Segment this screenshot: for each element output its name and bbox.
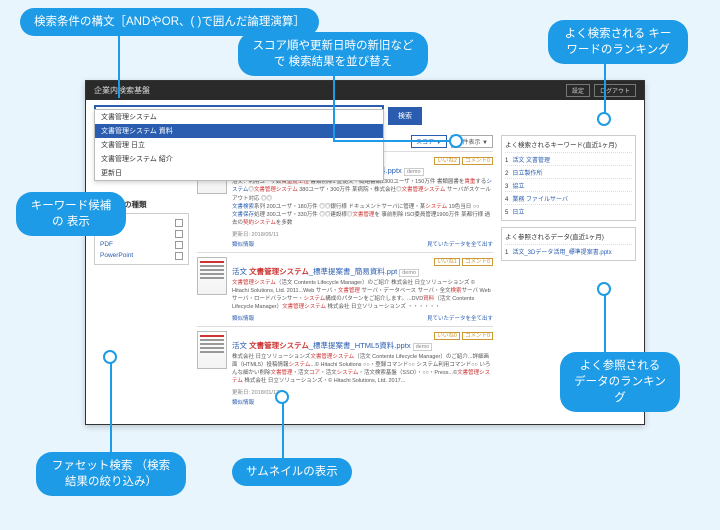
- callout-facet: ファセット検索 （検索結果の絞り込み）: [36, 452, 186, 496]
- suggest-item[interactable]: 文書管理システム 資料: [95, 124, 383, 138]
- comment-badge[interactable]: コメント0: [462, 332, 493, 340]
- result-snippet: 文書管理システム（活文 Contents Lifecycle Manager）の…: [232, 279, 493, 312]
- suggest-item[interactable]: 文書管理システム 紹介: [95, 152, 383, 166]
- app-title: 企業内検索基盤: [94, 85, 150, 96]
- thumbnail[interactable]: [197, 331, 227, 369]
- checkbox-icon: [175, 241, 183, 249]
- facet-item[interactable]: PowerPoint: [98, 250, 185, 261]
- facet-item[interactable]: PDF: [98, 239, 185, 250]
- result-title[interactable]: 活文 文書管理システム_標準提案書_HTML5資料.pptxdemo: [232, 340, 493, 351]
- result-snippet: 株式会社 日立ソリューションズ文書管理システム（活文 Contents Life…: [232, 353, 493, 386]
- result-title[interactable]: 活文 文書管理システム_標準提案書_簡易資料.pptdemo: [232, 266, 493, 277]
- checkbox-icon: [175, 219, 183, 227]
- logout-button[interactable]: ログアウト: [594, 84, 636, 97]
- ranking-item[interactable]: 4業務 ファイルサーバ: [505, 191, 632, 204]
- like-badge[interactable]: いいね0: [434, 332, 460, 340]
- similar-link[interactable]: 類似情報: [232, 314, 254, 322]
- callout-thumb: サムネイルの表示: [232, 458, 352, 486]
- panel-title: よく検索されるキーワード(直近1ヶ月): [505, 139, 632, 149]
- panel-title: よく参照されるデータ(直近1ヶ月): [505, 231, 632, 241]
- data-ranking-panel: よく参照されるデータ(直近1ヶ月) 1活文_3Dデータ活用_標準提案書.pptx: [501, 227, 636, 261]
- ranking-item[interactable]: 3協立: [505, 178, 632, 191]
- comment-badge[interactable]: コメント0: [462, 157, 493, 165]
- ranking-item[interactable]: 2日立製作所: [505, 165, 632, 178]
- callout-suggest: キーワード候補の 表示: [16, 192, 126, 236]
- ranking-item[interactable]: 5日立: [505, 204, 632, 217]
- search-button[interactable]: 検索: [388, 107, 422, 125]
- suggest-dropdown: 文書管理システム 文書管理システム 資料 文書管理 日立 文書管理システム 紹介…: [94, 109, 384, 181]
- like-badge[interactable]: いいね2: [434, 157, 460, 165]
- callout-sort: スコア順や更新日時の新旧などで 検索結果を並び替え: [238, 32, 428, 76]
- keyword-ranking-panel: よく検索されるキーワード(直近1ヶ月) 1活文 文書管理 2日立製作所 3協立 …: [501, 135, 636, 221]
- result-item: いいね0コメント0 活文 文書管理システム_標準提案書_HTML5資料.pptx…: [197, 326, 493, 410]
- comment-badge[interactable]: コメント0: [462, 258, 493, 266]
- result-date: 更新日: 2018/01/12: [232, 388, 493, 396]
- result-snippet: 活文：利用ユーザ数貴重度上位 書類削除1 証拠又・概略書類1300ユーザ・150…: [232, 178, 493, 228]
- callout-ranking-kw: よく検索される キーワードのランキング: [548, 20, 688, 64]
- ranking-item[interactable]: 1活文 文書管理: [505, 152, 632, 165]
- ranking-item[interactable]: 1活文_3Dデータ活用_標準提案書.pptx: [505, 244, 632, 257]
- callout-ranking-data: よく参照される データのランキング: [560, 352, 680, 412]
- viewed-link[interactable]: 見ていたデータを全て出す: [427, 240, 493, 248]
- similar-link[interactable]: 類似情報: [232, 240, 254, 248]
- checkbox-icon: [175, 252, 183, 260]
- like-badge[interactable]: いいね1: [434, 258, 460, 266]
- viewed-link[interactable]: 見ていたデータを全て出す: [427, 314, 493, 322]
- result-item: いいね1コメント0 活文 文書管理システム_標準提案書_簡易資料.pptdemo…: [197, 252, 493, 326]
- thumbnail[interactable]: [197, 257, 227, 295]
- suggest-item[interactable]: 文書管理システム: [95, 110, 383, 124]
- result-date: 更新日: 2018/05/11: [232, 230, 493, 238]
- settings-button[interactable]: 設定: [566, 84, 590, 97]
- similar-link[interactable]: 類似情報: [232, 398, 254, 406]
- suggest-item[interactable]: 更新日: [95, 166, 383, 180]
- checkbox-icon: [175, 230, 183, 238]
- titlebar: 企業内検索基盤 設定 ログアウト: [86, 81, 644, 100]
